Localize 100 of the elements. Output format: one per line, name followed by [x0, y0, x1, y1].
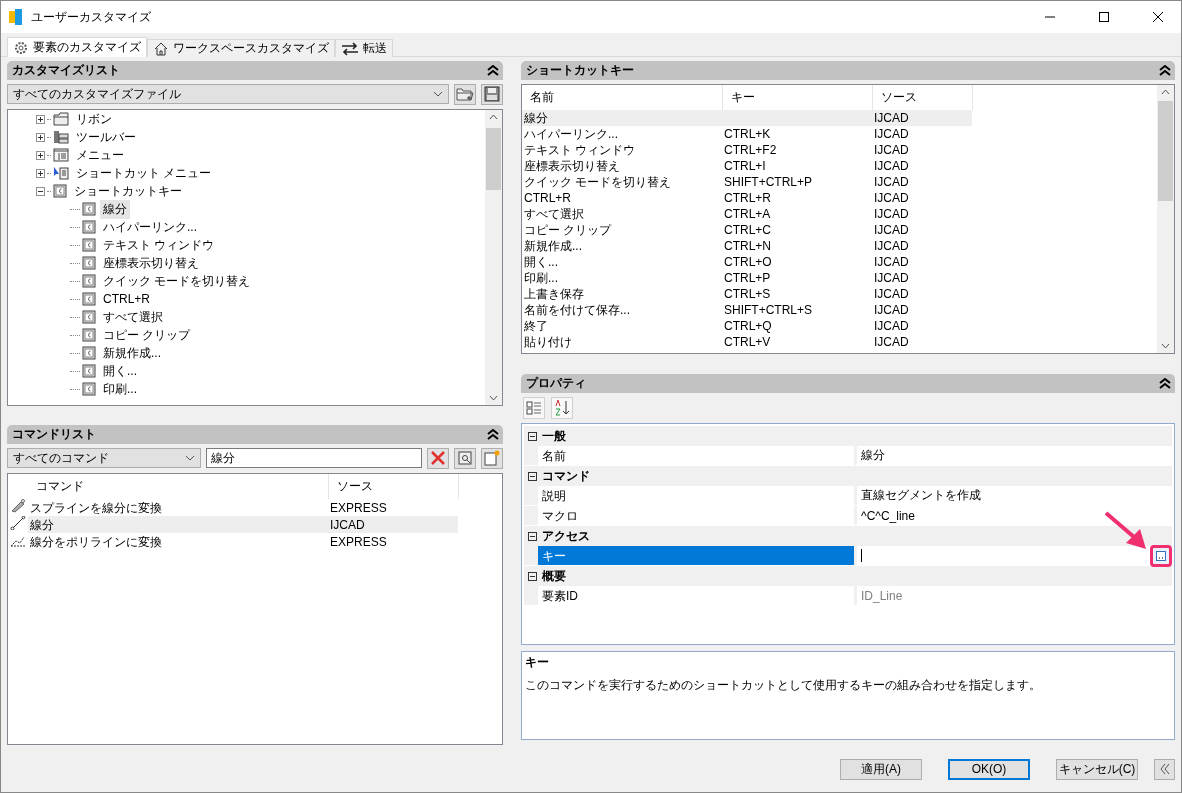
scrollbar[interactable]: [485, 110, 502, 405]
property-value[interactable]: ID_Line: [857, 586, 1172, 605]
clear-button[interactable]: [427, 447, 449, 469]
shortcut-name-cell[interactable]: ハイパーリンク...: [522, 126, 722, 142]
property-name[interactable]: 説明: [538, 486, 854, 505]
shortcut-name-cell[interactable]: 貼り付け: [522, 334, 722, 350]
tree-item[interactable]: 線分: [100, 199, 130, 219]
tree-item[interactable]: ハイパーリンク...: [100, 217, 200, 237]
spline-icon: [10, 499, 26, 513]
collapse-icon[interactable]: [1159, 65, 1171, 76]
tree-item[interactable]: CTRL+R: [100, 291, 153, 307]
tree-item[interactable]: コピー クリップ: [100, 325, 194, 345]
shortcut-name-cell[interactable]: 終了: [522, 318, 722, 334]
collapse-icon[interactable]: [487, 65, 499, 76]
new-command-button[interactable]: [481, 447, 503, 469]
tree-item[interactable]: 座標表示切り替え: [100, 253, 202, 273]
table-cell-text: SHIFT+CTRL+P: [723, 174, 814, 190]
command-filter-dropdown[interactable]: すべてのコマンド: [7, 448, 201, 468]
shortcut-name-cell[interactable]: すべて選択: [522, 206, 722, 222]
open-folder-button[interactable]: [454, 83, 476, 105]
property-name[interactable]: マクロ: [538, 506, 854, 525]
shortcut-name-cell[interactable]: 座標表示切り替え: [522, 158, 722, 174]
scrollbar[interactable]: [1157, 85, 1174, 353]
shortcut-name-cell[interactable]: 新規作成...: [522, 238, 722, 254]
expand-toggle[interactable]: [36, 168, 45, 178]
tree-item[interactable]: 新規作成...: [100, 343, 164, 363]
shortcut-name-cell[interactable]: 線分: [522, 110, 722, 126]
table-cell-text: CTRL+R: [723, 190, 772, 206]
menu-window-icon: [53, 148, 69, 162]
tree-item[interactable]: ショートカットキー: [71, 181, 185, 201]
tree-item[interactable]: ツールバー: [73, 127, 139, 147]
shortcut-name-cell[interactable]: 上書き保存: [522, 286, 722, 302]
shortcut-name-cell[interactable]: 開く...: [522, 254, 722, 270]
shortcut-name-cell[interactable]: 名前を付けて保存...: [522, 302, 722, 318]
search-field[interactable]: 線分: [206, 448, 422, 468]
collapse-icon[interactable]: [1159, 378, 1171, 389]
shortcut-name-cell[interactable]: CTRL+R: [522, 190, 722, 206]
plus-icon: [37, 169, 44, 177]
scroll-thumb[interactable]: [1158, 101, 1173, 201]
shortcut-name-cell[interactable]: テキスト ウィンドウ: [522, 142, 722, 158]
file-dropdown[interactable]: すべてのカスタマイズファイル: [7, 84, 449, 104]
key-cap-icon: [82, 310, 96, 324]
dialog-button[interactable]: OK(O): [948, 758, 1030, 780]
tab[interactable]: 要素のカスタマイズ: [7, 37, 147, 57]
ribbon-icon: [53, 112, 69, 126]
ellipsis-button[interactable]: [1150, 544, 1172, 567]
table-cell-text: CTRL+I: [723, 158, 767, 174]
transfer-arrows-icon: [341, 41, 359, 56]
tree-item[interactable]: 印刷...: [100, 379, 140, 399]
collapse-panel-button[interactable]: [1154, 758, 1175, 780]
property-name[interactable]: 名前: [538, 446, 854, 465]
collapse-toggle[interactable]: [528, 471, 537, 481]
tree-item[interactable]: ショートカット メニュー: [73, 163, 215, 183]
panel-title: プロパティ: [526, 375, 586, 392]
tree-item[interactable]: テキスト ウィンドウ: [100, 235, 218, 255]
collapse-icon[interactable]: [487, 429, 499, 440]
command-cell[interactable]: 線分: [28, 516, 328, 533]
save-button[interactable]: [481, 83, 503, 105]
tree-item[interactable]: すべて選択: [100, 307, 166, 327]
sort-az-button[interactable]: [551, 397, 573, 419]
key-cap-icon: [82, 274, 96, 288]
shortcut-name-cell[interactable]: クイック モードを切り替え: [522, 174, 722, 190]
collapse-toggle[interactable]: [528, 431, 537, 441]
table-cell-text: CTRL+C: [723, 222, 772, 238]
find-button[interactable]: [454, 447, 476, 469]
scroll-thumb[interactable]: [486, 128, 501, 190]
column-header[interactable]: ソース: [328, 474, 458, 499]
tree-item[interactable]: リボン: [73, 110, 115, 129]
tree-item[interactable]: メニュー: [73, 145, 127, 165]
key-cap-icon: [82, 202, 96, 216]
property-value[interactable]: 線分: [857, 446, 1172, 465]
table-cell-text: IJCAD: [873, 142, 910, 158]
description-text: このコマンドを実行するためのショートカットとして使用するキーの組み合わせを指定します。: [525, 677, 1042, 694]
collapse-toggle[interactable]: [528, 531, 537, 541]
command-cell[interactable]: スプラインを線分に変換: [28, 499, 328, 516]
shortcut-name-cell[interactable]: コピー クリップ: [522, 222, 722, 238]
shortcut-name-cell[interactable]: 印刷...: [522, 270, 722, 286]
collapse-toggle[interactable]: [36, 186, 45, 196]
toolbar-icon: [53, 130, 69, 144]
tab[interactable]: ワークスペースカスタマイズ: [147, 39, 335, 57]
dialog-button[interactable]: 適用(A): [840, 758, 922, 780]
tree-item[interactable]: 開く...: [100, 361, 140, 381]
table-cell-text: CTRL+F2: [723, 142, 778, 158]
tab[interactable]: 転送: [335, 39, 393, 57]
key-cap-icon: [82, 364, 96, 378]
property-value[interactable]: ^C^C_line: [857, 506, 1172, 525]
property-value[interactable]: [857, 546, 1172, 565]
property-name[interactable]: 要素ID: [538, 586, 854, 605]
collapse-toggle[interactable]: [528, 571, 537, 581]
expand-toggle[interactable]: [36, 150, 45, 160]
gear-icon: [13, 39, 29, 56]
categorized-view-button[interactable]: [523, 397, 545, 419]
column-header[interactable]: コマンド: [28, 474, 328, 499]
expand-toggle[interactable]: [36, 114, 45, 124]
command-cell[interactable]: 線分をポリラインに変換: [28, 533, 328, 550]
tree-item[interactable]: クイック モードを切り替え: [100, 271, 254, 291]
dialog-button[interactable]: キャンセル(C): [1056, 758, 1138, 780]
property-value[interactable]: 直線セグメントを作成: [857, 486, 1172, 505]
property-name[interactable]: キー: [538, 546, 854, 565]
expand-toggle[interactable]: [36, 132, 45, 142]
